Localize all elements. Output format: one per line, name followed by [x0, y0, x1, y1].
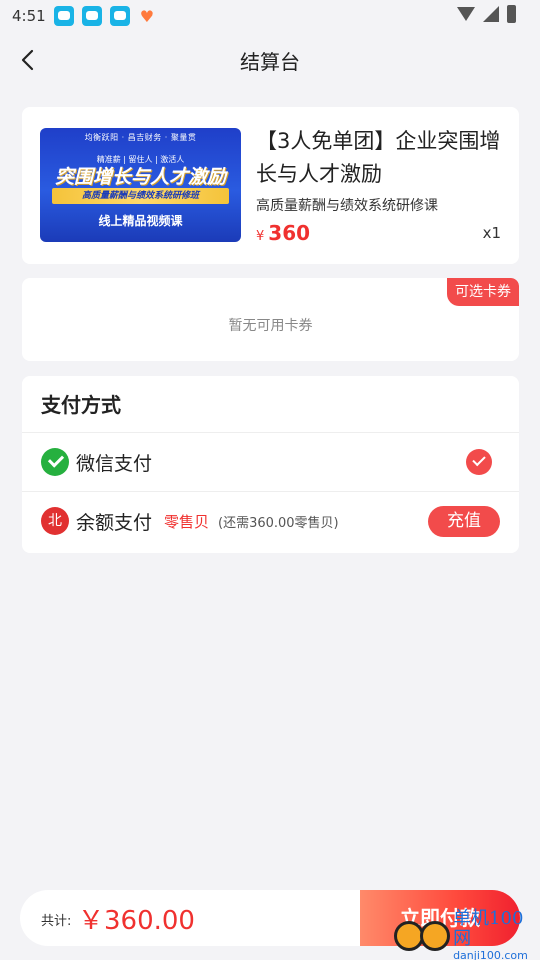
- payment-option-balance[interactable]: 北 余额支付 零售贝 (还需360.00零售贝) 充值: [22, 492, 519, 550]
- site-watermark: 单机100网 danji100.com: [394, 908, 540, 960]
- product-card[interactable]: 均衡跃阳 · 昌吉财务 · 聚量贯 精准薪 | 留住人 | 激活人 突围增长与人…: [22, 107, 519, 264]
- thumbnail-banner: 高质量薪酬与绩效系统研修班: [52, 188, 229, 204]
- watermark-url: danji100.com: [453, 949, 528, 960]
- watermark-text: 单机100网: [453, 908, 524, 949]
- balance-currency-tag: 零售贝: [164, 512, 210, 531]
- car-app-icon: [53, 6, 74, 26]
- product-quantity: x1: [482, 224, 501, 242]
- wifi-icon: [457, 7, 475, 21]
- back-arrow-icon[interactable]: [18, 49, 40, 71]
- coupon-select-tag[interactable]: 可选卡券: [447, 278, 519, 306]
- car-app-icon: [109, 6, 130, 26]
- wechat-pay-label: 微信支付: [76, 452, 153, 475]
- product-subtitle: 高质量薪酬与绩效系统研修课: [256, 198, 438, 214]
- price-value: 360: [268, 221, 311, 245]
- watermark-logo-icon: [394, 917, 451, 955]
- thumbnail-subtitle: 线上精品视频课: [98, 214, 183, 228]
- status-time: 4:51: [12, 7, 46, 25]
- coupon-empty-text: 暂无可用卡券: [228, 318, 313, 334]
- coupon-card[interactable]: 可选卡券 暂无可用卡券: [22, 278, 519, 361]
- thumbnail-logos: 均衡跃阳 · 昌吉财务 · 聚量贯: [84, 133, 197, 142]
- selected-check-icon[interactable]: [466, 449, 492, 475]
- total-label: 共计:: [41, 914, 72, 929]
- recharge-button[interactable]: 充值: [428, 505, 500, 537]
- page-title: 结算台: [240, 49, 300, 74]
- heart-icon: ♥: [139, 6, 155, 26]
- status-icons: [457, 5, 516, 23]
- payment-heading: 支付方式: [41, 393, 121, 417]
- battery-icon: [507, 5, 516, 23]
- balance-pay-label: 余额支付: [76, 511, 153, 534]
- price-currency-symbol: ¥: [256, 229, 265, 244]
- payment-option-wechat[interactable]: 微信支付: [22, 433, 519, 491]
- payment-method-card: 支付方式 微信支付 北 余额支付 零售贝 (还需360.00零售贝) 充值: [22, 376, 519, 553]
- product-thumbnail[interactable]: 均衡跃阳 · 昌吉财务 · 聚量贯 精准薪 | 留住人 | 激活人 突围增长与人…: [40, 128, 241, 242]
- total-value: ￥360.00: [78, 906, 195, 936]
- thumbnail-headline: 突围增长与人才激励: [54, 166, 226, 188]
- car-app-icon: [81, 6, 102, 26]
- status-bar: 4:51 ♥: [0, 0, 540, 32]
- nav-bar: 结算台: [0, 32, 540, 88]
- wechat-pay-icon: [41, 448, 69, 476]
- signal-icon: [483, 6, 499, 22]
- balance-pay-icon: 北: [41, 507, 69, 535]
- product-title: 【3人免单团】企业突围增长与人才激励: [256, 129, 501, 186]
- balance-required-note: (还需360.00零售贝): [218, 515, 339, 531]
- product-price: ¥ 360: [256, 221, 310, 245]
